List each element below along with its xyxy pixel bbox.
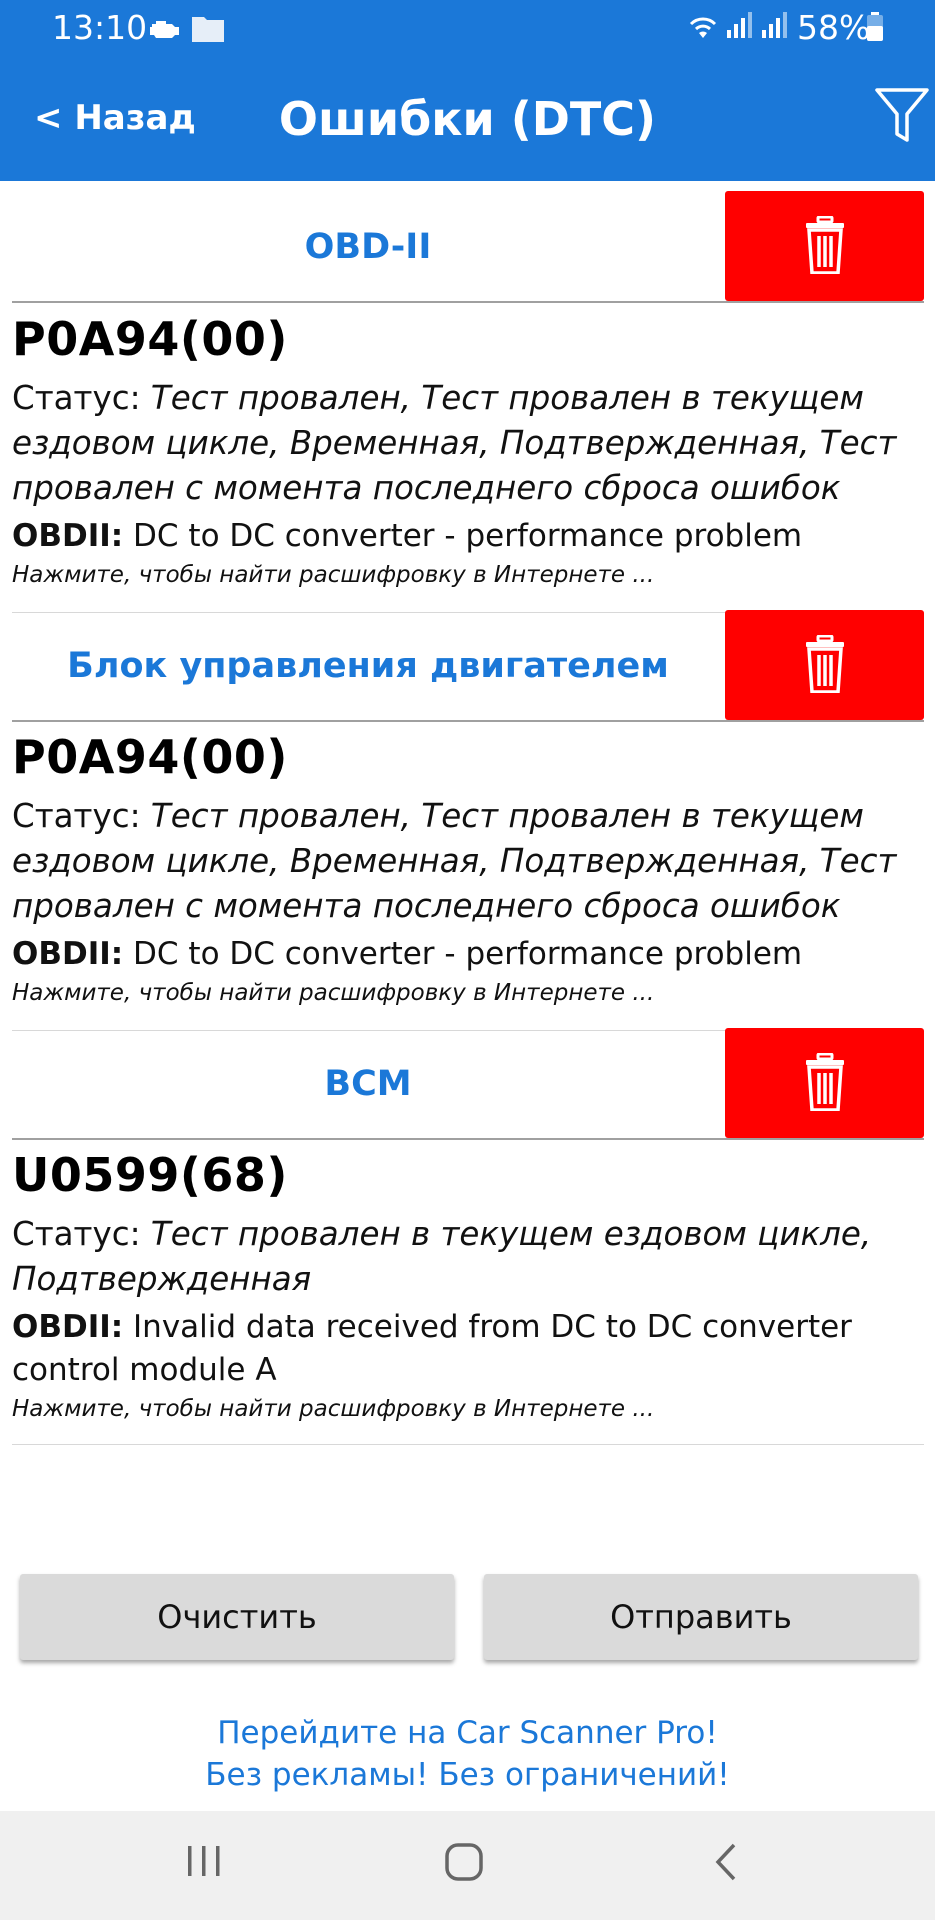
group-header-ecu: Блок управления двигателем — [12, 610, 924, 722]
desc-label: OBDII: — [12, 936, 124, 972]
battery-percent: 58% — [797, 8, 871, 47]
dtc-code: U0599(68) — [12, 1148, 288, 1202]
status-label: Статус: — [12, 1215, 151, 1253]
status-label: Статус: — [12, 379, 151, 417]
dtc-code: P0A94(00) — [12, 312, 288, 366]
dtc-description: OBDII: Invalid data received from DC to … — [12, 1306, 924, 1392]
status-label: Статус: — [12, 797, 151, 835]
clear-button[interactable]: Очистить — [20, 1574, 454, 1660]
desc-label: OBDII: — [12, 518, 124, 554]
filter-icon[interactable] — [874, 86, 934, 152]
car-engine-icon — [148, 16, 182, 45]
pro-upgrade-link[interactable]: Перейдите на Car Scanner Pro! Без реклам… — [0, 1712, 935, 1796]
group-title: BCM — [324, 1064, 412, 1104]
delete-button[interactable] — [725, 610, 924, 720]
dtc-item[interactable]: U0599(68) Статус: Тест провален в текуще… — [12, 1148, 924, 1422]
trash-icon — [806, 635, 844, 693]
group-header-obd2: OBD-II — [12, 191, 924, 303]
search-online-hint[interactable]: Нажмите, чтобы найти расшифровку в Интер… — [12, 1396, 924, 1422]
app-bar: 13:10 58% < Назад Ошибки (DTC) — [0, 0, 935, 181]
trash-icon — [806, 216, 844, 274]
wifi-icon — [686, 12, 720, 45]
desc-value: DC to DC converter - performance problem — [123, 518, 803, 554]
system-nav-bar — [0, 1811, 935, 1920]
desc-value: DC to DC converter - performance problem — [123, 936, 803, 972]
search-online-hint[interactable]: Нажмите, чтобы найти расшифровку в Интер… — [12, 562, 924, 588]
search-online-hint[interactable]: Нажмите, чтобы найти расшифровку в Интер… — [12, 980, 924, 1006]
dtc-code: P0A94(00) — [12, 730, 288, 784]
group-title: Блок управления двигателем — [67, 646, 669, 686]
desc-value: Invalid data received from DC to DC conv… — [12, 1309, 852, 1388]
promo-line-2: Без рекламы! Без ограничений! — [205, 1757, 730, 1793]
promo-line-1: Перейдите на Car Scanner Pro! — [217, 1715, 718, 1751]
send-button[interactable]: Отправить — [484, 1574, 918, 1660]
divider — [12, 1444, 924, 1445]
group-header-bcm: BCM — [12, 1028, 924, 1140]
battery-icon — [866, 12, 884, 47]
signal-2-icon — [760, 10, 790, 45]
signal-icon — [725, 10, 755, 45]
dtc-status: Статус: Тест провален, Тест провален в т… — [12, 376, 924, 511]
dtc-status: Статус: Тест провален, Тест провален в т… — [12, 794, 924, 929]
dtc-item[interactable]: P0A94(00) Статус: Тест провален, Тест пр… — [12, 312, 924, 588]
group-title: OBD-II — [304, 227, 432, 267]
delete-button[interactable] — [725, 1028, 924, 1138]
delete-button[interactable] — [725, 191, 924, 301]
dtc-item[interactable]: P0A94(00) Статус: Тест провален, Тест пр… — [12, 730, 924, 1006]
trash-icon — [806, 1053, 844, 1111]
recent-apps-icon[interactable] — [184, 1841, 224, 1886]
page-title: Ошибки (DTC) — [278, 92, 657, 146]
dtc-description: OBDII: DC to DC converter - performance … — [12, 933, 924, 976]
status-bar: 13:10 58% — [0, 0, 935, 58]
home-icon[interactable] — [444, 1841, 486, 1888]
back-nav-icon[interactable] — [712, 1841, 742, 1888]
dtc-status: Статус: Тест провален в текущем ездовом … — [12, 1212, 924, 1302]
header: < Назад Ошибки (DTC) — [0, 58, 935, 181]
desc-label: OBDII: — [12, 1309, 124, 1345]
status-time: 13:10 — [52, 8, 148, 47]
folder-icon — [191, 13, 225, 48]
dtc-description: OBDII: DC to DC converter - performance … — [12, 515, 924, 558]
